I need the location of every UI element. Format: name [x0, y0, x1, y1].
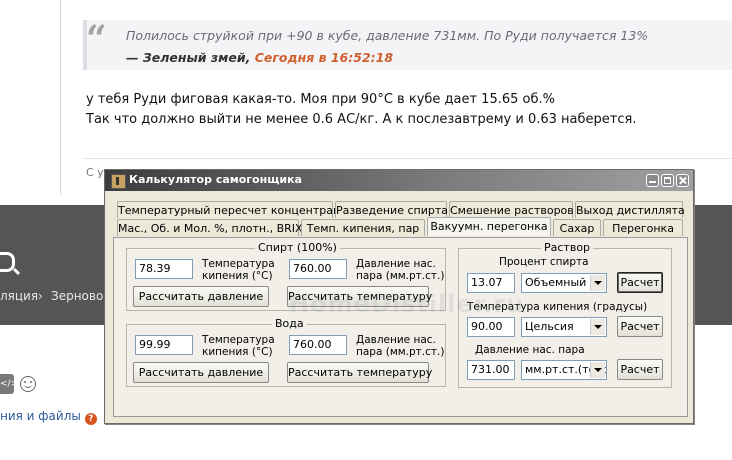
- tab-sugar[interactable]: Сахар: [553, 219, 601, 236]
- quote-author: — Зеленый змей, Сегодня в 16:52:18: [126, 50, 393, 65]
- alcohol-group-title: Спирт (100%): [255, 241, 340, 254]
- water-temp-label-2: кипения (°С): [202, 346, 273, 358]
- water-calc-pressure-button[interactable]: Рассчитать давление: [133, 362, 269, 383]
- pressure-calc-button[interactable]: Расчет: [617, 359, 663, 380]
- alcohol-percent-input[interactable]: 13.07: [467, 273, 515, 293]
- breadcrumb-item-2[interactable]: Зерновой: [51, 289, 111, 303]
- boil-temp-input[interactable]: 90.00: [467, 317, 515, 337]
- quote-date-link[interactable]: Сегодня в 16:52:18: [255, 50, 393, 65]
- solution-group-title: Раствор: [541, 241, 594, 254]
- percent-calc-button[interactable]: Расчет: [617, 272, 663, 293]
- tab-boiling-temp[interactable]: Темп. кипения, пар: [301, 219, 425, 236]
- chevron-down-icon: [590, 362, 605, 378]
- post-divider: [60, 0, 61, 195]
- boil-temp-label: Температура кипения (градусы): [467, 301, 648, 313]
- boil-unit-value: Цельсия: [525, 320, 574, 333]
- breadcrumb-item-1[interactable]: ляция: [0, 289, 38, 303]
- water-pressure-label-1: Давление нас.: [356, 334, 436, 346]
- alcohol-temp-label-1: Температура: [202, 258, 275, 270]
- tab-mixing[interactable]: Смешение растворов: [449, 201, 574, 218]
- maximize-button[interactable]: [661, 174, 674, 187]
- alcohol-pressure-label-1: Давление нас.: [356, 258, 436, 270]
- water-pressure-input[interactable]: 760.00: [289, 335, 347, 355]
- alcohol-temp-input[interactable]: 78.39: [135, 259, 193, 279]
- tab-temp-conversion[interactable]: Температурный пересчет концентрации: [117, 201, 355, 218]
- alcohol-calc-pressure-button[interactable]: Рассчитать давление: [133, 286, 269, 307]
- pressure-unit-select[interactable]: мм.рт.ст.(торр: [521, 360, 607, 380]
- boil-unit-select[interactable]: Цельсия: [521, 317, 607, 337]
- help-icon[interactable]: ?: [84, 413, 97, 425]
- percent-unit-select[interactable]: Объемный: [521, 273, 607, 293]
- alcohol-calc-temp-button[interactable]: Рассчитать температуру: [287, 286, 432, 307]
- quote-text: Полилось струйкой при +90 в кубе, давлен…: [126, 28, 649, 43]
- close-button[interactable]: [676, 174, 689, 187]
- tab-distillation[interactable]: Перегонка: [603, 219, 683, 236]
- water-temp-label-1: Температура: [202, 334, 275, 346]
- chevron-down-icon: [590, 319, 605, 335]
- breadcrumb-separator: ›: [38, 289, 43, 303]
- tab-vacuum-distillation[interactable]: Вакуумн. перегонка: [427, 217, 551, 236]
- water-pressure-label-2: пара (мм.рт.ст.): [356, 346, 445, 358]
- tab-mass-vol-mol[interactable]: Мас., Об. и Мол. %, плотн., BRIX: [117, 219, 303, 236]
- alcohol-pressure-label-2: пара (мм.рт.ст.): [356, 270, 445, 282]
- tab-dilution[interactable]: Разведение спирта: [335, 201, 448, 218]
- alcohol-group: Спирт (100%) 78.39 Температура кипения (…: [126, 241, 446, 311]
- water-group-title: Вода: [272, 317, 307, 330]
- quote-author-name: — Зеленый змей,: [126, 50, 251, 65]
- post-text-line1: у тебя Руди фиговая какая-то. Моя при 90…: [86, 92, 555, 107]
- water-group: Вода 99.99 Температура кипения (°С) 760.…: [126, 317, 446, 387]
- window-title: Калькулятор самогонщика: [129, 173, 302, 186]
- alcohol-pressure-input[interactable]: 760.00: [289, 259, 347, 279]
- title-bar[interactable]: Калькулятор самогонщика: [105, 170, 693, 191]
- post-text-line2: Так что должно выйти не менее 0.6 АС/кг.…: [86, 112, 637, 127]
- code-button[interactable]: </>: [0, 374, 18, 394]
- pressure-input[interactable]: 731.00: [467, 360, 515, 380]
- quote-icon: “: [86, 18, 107, 60]
- calculator-window: Калькулятор самогонщика Температурный пе…: [104, 169, 694, 424]
- water-calc-temp-button[interactable]: Рассчитать температуру: [287, 362, 432, 383]
- boil-calc-button[interactable]: Расчет: [617, 316, 663, 337]
- water-temp-input[interactable]: 99.99: [135, 335, 193, 355]
- app-icon: [111, 174, 126, 189]
- signature: С у: [86, 166, 104, 179]
- smiley-icon[interactable]: [20, 376, 36, 392]
- alcohol-percent-label: Процент спирта: [499, 256, 589, 268]
- chevron-down-icon: [590, 275, 605, 291]
- minimize-button[interactable]: [646, 174, 659, 187]
- percent-unit-value: Объемный: [525, 276, 587, 289]
- signature-divider: [83, 158, 732, 159]
- pressure-label: Давление нас. пара: [475, 344, 585, 356]
- tab-distillate-yield[interactable]: Выход дистиллята: [575, 201, 685, 218]
- search-icon[interactable]: [0, 252, 15, 272]
- solution-group: Раствор Процент спирта 13.07 Объемный Ра…: [458, 241, 672, 388]
- attachments-label[interactable]: ния и файлы: [0, 409, 81, 423]
- attachments-link[interactable]: ния и файлы?: [0, 409, 97, 425]
- alcohol-temp-label-2: кипения (°С): [202, 270, 273, 282]
- vacuum-distillation-panel: HomeDistiller.ru Спирт (100%) 78.39 Темп…: [113, 237, 688, 417]
